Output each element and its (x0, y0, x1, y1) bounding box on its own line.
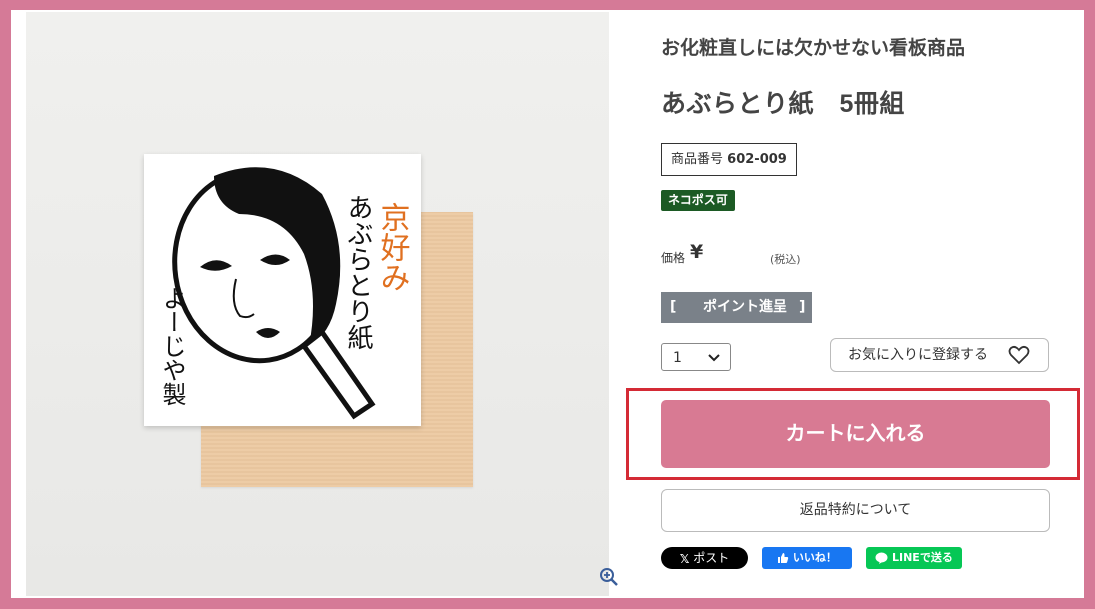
points-close-bracket: ] (799, 299, 806, 315)
shipping-badge: ネコポス可 (661, 190, 735, 211)
sku-label: 商品番号 (671, 152, 724, 167)
line-share-button[interactable]: LINEで送る (866, 547, 962, 569)
package-text-black: あぶらとり紙 (343, 194, 373, 350)
facebook-like-button[interactable]: いいね！ (762, 547, 852, 569)
package-card: 京好み あぶらとり紙 よーじや製 (144, 154, 421, 426)
tax-note: (税込) (770, 253, 801, 266)
price-symbol: ¥ (690, 241, 704, 263)
product-subtitle: お化粧直しには欠かせない看板商品 (661, 38, 966, 59)
add-to-cart-button[interactable]: カートに入れる (661, 400, 1050, 468)
points-bar: [ ポイント進呈 ] (661, 292, 812, 323)
points-label: ポイント進呈 (703, 299, 787, 315)
quantity-value: 1 (673, 350, 682, 366)
line-share-label: LINEで送る (892, 551, 953, 564)
points-open-bracket: [ (670, 299, 677, 315)
line-logo-icon (875, 552, 888, 564)
sku-box: 商品番号 602-009 (661, 143, 797, 176)
zoom-in-icon[interactable] (599, 567, 619, 587)
package-text-orange: 京好み (375, 202, 411, 292)
add-to-favorites-button[interactable]: お気に入りに登録する (830, 338, 1049, 372)
package-illustration: 京好み あぶらとり紙 よーじや製 (158, 167, 411, 420)
share-x-label: ポスト (693, 551, 730, 565)
share-x-button[interactable]: 𝕏 ポスト (661, 547, 748, 569)
x-logo-icon: 𝕏 (679, 551, 690, 566)
facebook-like-label: いいね！ (792, 551, 837, 564)
chevron-down-icon (708, 354, 720, 362)
sku-value: 602-009 (727, 152, 787, 167)
thumbs-up-icon (778, 553, 789, 563)
quantity-select[interactable]: 1 (661, 343, 731, 371)
price-label: 価格 (661, 251, 686, 265)
product-title: あぶらとり紙 5冊組 (661, 90, 905, 118)
product-image[interactable]: 京好み あぶらとり紙 よーじや製 (26, 12, 618, 596)
brand-text: よーじや製 (158, 286, 186, 406)
return-policy-button[interactable]: 返品特約について (661, 489, 1050, 532)
favorites-label: お気に入りに登録する (848, 347, 988, 363)
heart-icon (1008, 345, 1030, 365)
